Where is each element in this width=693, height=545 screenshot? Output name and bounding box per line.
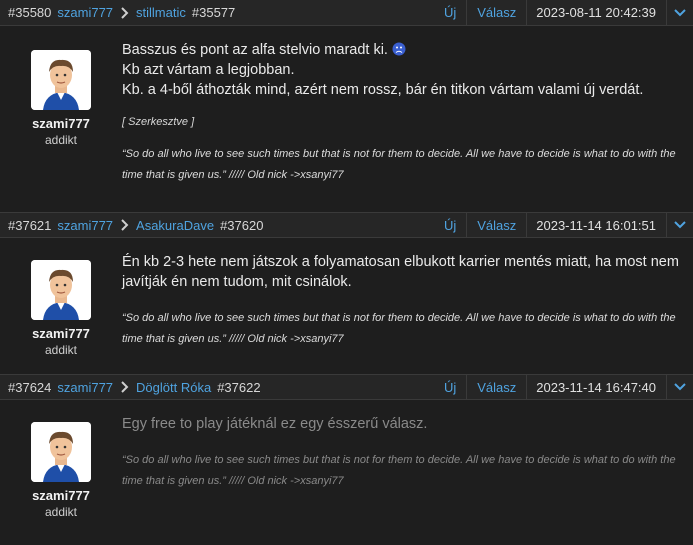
- post-header: #37624 szami777 Döglött Róka #37622 Új V…: [0, 374, 693, 400]
- new-link[interactable]: Új: [434, 375, 466, 399]
- reply-to-id-link[interactable]: #37622: [217, 380, 260, 395]
- reply-to-user-link[interactable]: stillmatic: [136, 5, 186, 20]
- avatar[interactable]: [31, 422, 91, 482]
- edited-note: [ Szerkesztve ]: [122, 116, 195, 128]
- author-panel: szami777 addikt: [0, 414, 122, 519]
- new-link[interactable]: Új: [434, 213, 466, 237]
- post-header: #35580 szami777 stillmatic #35577 Új Vál…: [0, 0, 693, 26]
- author-rank: addikt: [44, 343, 78, 357]
- author-panel: szami777 addikt: [0, 40, 122, 186]
- post-text: Egy free to play játéknál ez egy ésszerű…: [122, 416, 428, 432]
- author-name[interactable]: szami777: [32, 488, 90, 503]
- avatar[interactable]: [31, 50, 91, 110]
- user-link[interactable]: szami777: [57, 380, 113, 395]
- post-date: 2023-08-11 20:42:39: [526, 0, 666, 25]
- signature: “So do all who live to see such times bu…: [122, 312, 676, 345]
- post: #37624 szami777 Döglött Róka #37622 Új V…: [0, 374, 693, 545]
- avatar-image: [31, 422, 91, 482]
- post-text-line: Basszus és pont az alfa stelvio maradt k…: [122, 42, 388, 58]
- chevron-right-icon: [121, 381, 129, 393]
- post-text-line: Kb azt vártam a legjobban.: [122, 62, 295, 78]
- reply-to-id-link[interactable]: #37620: [220, 218, 263, 233]
- post-id[interactable]: #35580: [8, 5, 51, 20]
- user-link[interactable]: szami777: [57, 218, 113, 233]
- user-link[interactable]: szami777: [57, 5, 113, 20]
- author-name[interactable]: szami777: [32, 116, 90, 131]
- post-menu-button[interactable]: [666, 213, 693, 237]
- avatar[interactable]: [31, 260, 91, 320]
- chevron-down-icon: [674, 383, 686, 391]
- reply-to-user-link[interactable]: Döglött Róka: [136, 380, 211, 395]
- reply-to-id-link[interactable]: #35577: [192, 5, 235, 20]
- author-name[interactable]: szami777: [32, 326, 90, 341]
- post-text: Én kb 2-3 hete nem játszok a folyamatosa…: [122, 254, 679, 290]
- avatar-image: [31, 50, 91, 110]
- new-link[interactable]: Új: [434, 0, 466, 25]
- reply-to-user-link[interactable]: AsakuraDave: [136, 218, 214, 233]
- avatar-image: [31, 260, 91, 320]
- author-panel: szami777 addikt: [0, 252, 122, 357]
- reply-link[interactable]: Válasz: [466, 213, 526, 237]
- post-content: Egy free to play játéknál ez egy ésszerű…: [122, 414, 693, 519]
- author-rank: addikt: [44, 505, 78, 519]
- post-text-line: Kb. a 4-ből áthozták mind, azért nem ros…: [122, 82, 644, 98]
- post-header: #37621 szami777 AsakuraDave #37620 Új Vá…: [0, 212, 693, 238]
- author-rank: addikt: [44, 133, 78, 147]
- chevron-down-icon: [674, 8, 686, 16]
- sad-face-icon: [392, 42, 406, 56]
- chevron-down-icon: [674, 221, 686, 229]
- post-menu-button[interactable]: [666, 375, 693, 399]
- signature: “So do all who live to see such times bu…: [122, 148, 676, 181]
- chevron-right-icon: [121, 6, 129, 19]
- chevron-right-icon: [121, 219, 129, 231]
- post-content: Basszus és pont az alfa stelvio maradt k…: [122, 40, 693, 186]
- post-text: Basszus és pont az alfa stelvio maradt k…: [122, 40, 679, 100]
- post-id[interactable]: #37624: [8, 380, 51, 395]
- post-date: 2023-11-14 16:47:40: [526, 375, 666, 399]
- post-id[interactable]: #37621: [8, 218, 51, 233]
- post-content: Én kb 2-3 hete nem játszok a folyamatosa…: [122, 252, 693, 357]
- reply-link[interactable]: Válasz: [466, 375, 526, 399]
- post: #37621 szami777 AsakuraDave #37620 Új Vá…: [0, 212, 693, 374]
- post-date: 2023-11-14 16:01:51: [526, 213, 666, 237]
- signature: “So do all who live to see such times bu…: [122, 454, 676, 487]
- reply-link[interactable]: Válasz: [466, 0, 526, 25]
- post-menu-button[interactable]: [666, 0, 693, 25]
- post: #35580 szami777 stillmatic #35577 Új Vál…: [0, 0, 693, 212]
